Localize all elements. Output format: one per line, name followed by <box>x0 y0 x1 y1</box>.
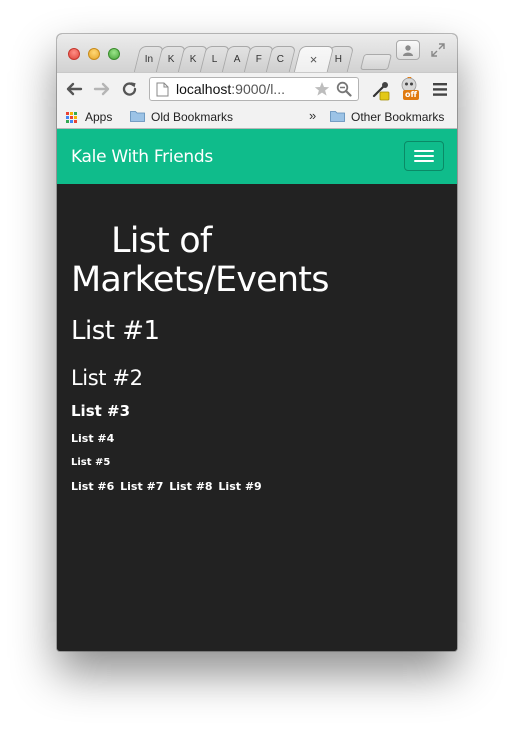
tab-label: A <box>233 54 241 65</box>
browser-window: In K K L A F C H × localhost:9000/l... o… <box>57 34 457 651</box>
toggle-bar <box>414 150 434 152</box>
forward-arrow-icon[interactable] <box>93 81 111 97</box>
tab-strip: In K K L A F C H × <box>57 34 457 72</box>
apps-grid-icon <box>66 112 77 123</box>
extension-badge: off <box>403 90 419 100</box>
tab-label: In <box>144 54 153 65</box>
bookmark-label: Other Bookmarks <box>351 110 445 124</box>
list-heading-1: List #1 <box>71 316 160 346</box>
folder-icon <box>130 111 145 122</box>
tab-label: F <box>255 54 262 65</box>
list-heading-6: List #6 <box>71 480 115 493</box>
folder-icon <box>330 111 345 122</box>
hamburger-menu-icon[interactable] <box>433 83 447 96</box>
zoom-icon[interactable] <box>336 81 352 97</box>
address-bar[interactable]: localhost:9000/l... <box>149 77 359 101</box>
bookmark-label: Old Bookmarks <box>151 110 234 124</box>
url-host: localhost <box>176 81 232 97</box>
toggle-bar <box>414 160 434 162</box>
page-title: List of Markets/Events <box>71 221 329 300</box>
window-zoom-button[interactable] <box>108 48 120 60</box>
bookmark-star-icon[interactable] <box>314 81 330 97</box>
fullscreen-icon[interactable] <box>431 43 445 57</box>
window-close-button[interactable] <box>68 48 80 60</box>
new-tab-button[interactable] <box>360 54 392 70</box>
brand-link[interactable]: Kale With Friends <box>71 146 213 168</box>
tab-label: L <box>211 54 218 65</box>
tab-label: H <box>335 54 343 65</box>
list-heading-3: List #3 <box>71 402 131 420</box>
url-text[interactable]: localhost:9000/l... <box>176 81 285 97</box>
tab-label: K <box>189 54 197 65</box>
bookmark-label: Apps <box>85 110 113 124</box>
list-heading-5: List #5 <box>71 457 111 468</box>
bookmarks-overflow-chevron[interactable]: » <box>309 108 316 123</box>
list-heading-2: List #2 <box>71 366 143 390</box>
bookmarks-bar: Apps Old Bookmarks » Other Bookmarks <box>57 105 457 129</box>
page-icon <box>156 82 169 97</box>
browser-tab[interactable]: C <box>265 46 297 72</box>
list-heading-7: List #7 <box>120 480 164 493</box>
bookmark-folder-old[interactable]: Old Bookmarks <box>130 109 240 125</box>
off-extension-button[interactable]: off <box>399 76 421 102</box>
bookmark-folder-other[interactable]: Other Bookmarks <box>330 109 452 125</box>
reload-icon[interactable] <box>121 81 139 97</box>
url-path: :9000/l... <box>231 81 285 97</box>
tab-label: K <box>167 54 175 65</box>
nav-toggle-button[interactable] <box>404 141 444 171</box>
profile-button[interactable] <box>396 40 420 60</box>
list-heading-9: List #9 <box>218 480 262 493</box>
site-navbar: Kale With Friends <box>57 129 457 184</box>
tab-label: C <box>277 54 285 65</box>
eyedropper-extension-icon[interactable] <box>371 79 393 101</box>
browser-toolbar: localhost:9000/l... off <box>57 72 457 105</box>
back-arrow-icon[interactable] <box>65 81 83 97</box>
toggle-bar <box>414 155 434 157</box>
list-heading-8: List #8 <box>169 480 213 493</box>
browser-tab-active[interactable]: × <box>293 46 335 73</box>
page-viewport: Kale With Friends List of Markets/Events… <box>57 129 457 651</box>
bookmark-apps[interactable]: Apps <box>66 109 116 125</box>
tab-close-icon[interactable]: × <box>310 47 318 73</box>
person-icon <box>403 45 413 56</box>
window-minimize-button[interactable] <box>88 48 100 60</box>
inline-list-row: List #6 List #7 List #8 List #9 <box>71 480 264 494</box>
list-heading-4: List #4 <box>71 432 115 445</box>
